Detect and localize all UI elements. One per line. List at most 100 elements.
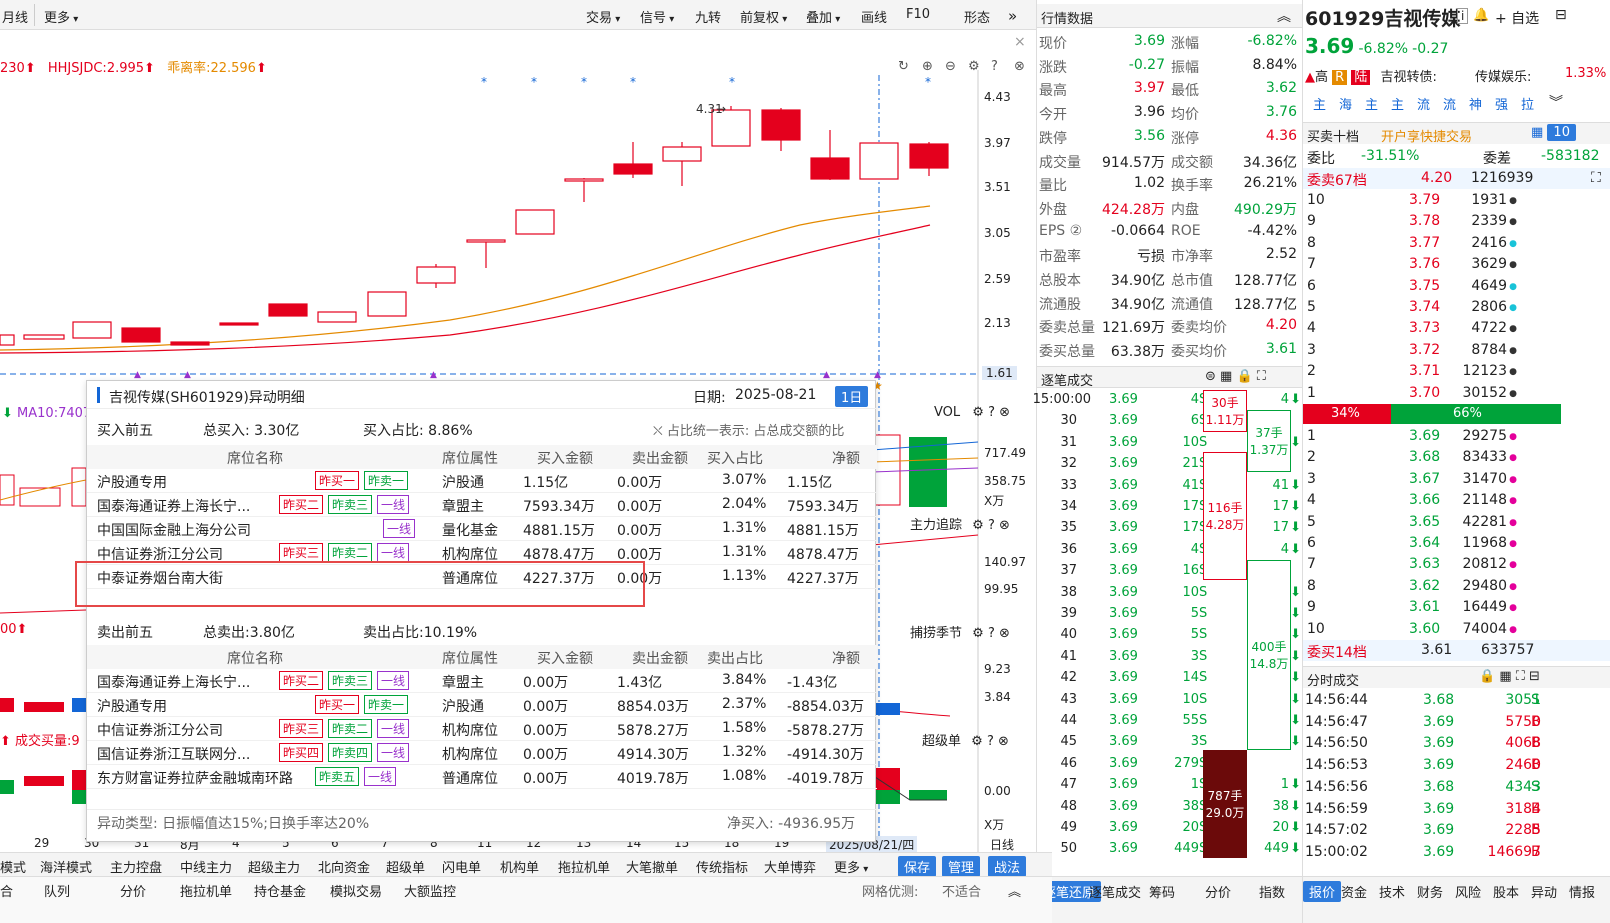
adjust-button[interactable]: 前复权 [740,7,787,26]
tab-main-control[interactable]: 主力控盘 [110,857,162,876]
tab-price-dist[interactable]: 分价 [1205,882,1231,901]
close-icon[interactable]: ⊗ [1014,59,1025,74]
nav-item[interactable]: 流 [1443,94,1456,113]
table-row[interactable]: 国泰海通证券上海长宁... 昨买二 昨卖三 一线 章盟主 0.00万 1.43亿 3.84% -… [87,669,877,693]
nav-item[interactable]: 海 [1339,94,1352,113]
tick-price: 3.69 [1109,584,1138,600]
draw-button[interactable]: 画线 [861,7,887,26]
bell-icon[interactable]: 🔔 [1473,8,1489,23]
trade-button[interactable]: 交易 [586,7,620,26]
tab-tractor[interactable]: 拖拉机单 [180,881,232,900]
tab-inst-order[interactable]: 机构单 [500,857,539,876]
table-row[interactable]: 中国国际金融上海分公司 一线 量化基金 4881.15万 0.00万 1.31% 4881.… [87,517,877,541]
tab-combo[interactable]: 合 [0,881,13,900]
table-row[interactable]: 东方财富证券拉萨金融城南环路 昨卖五 一线 普通席位 0.00万 4019.78万 1.08… [87,765,877,789]
refresh-icon[interactable]: ↻ [898,59,909,74]
tick-price: 3.69 [1109,691,1138,707]
table-row[interactable]: 中信证券浙江分公司 昨买三 昨卖二 一线 机构席位 0.00万 5878.27万 1.58% -… [87,717,877,741]
nav-item[interactable]: 神 [1469,94,1482,113]
help-icon[interactable]: ? [991,59,998,74]
unusual-activity-popup[interactable]: 吉视传媒(SH601929)异动明细 日期: 2025-08-21 1日 买入前… [75,380,877,842]
tab-quote[interactable]: 报价 [1303,881,1342,902]
tab-equity[interactable]: 股本 [1493,882,1519,901]
tab-queue[interactable]: 队列 [44,881,70,900]
collapse-up-icon[interactable]: ︽ [1277,6,1291,26]
tab-fund-holdings[interactable]: 持仓基金 [254,881,306,900]
tab-tractor-order[interactable]: 拖拉机单 [558,857,610,876]
orderbook-icons[interactable]: ▦ 10 [1531,124,1576,141]
tab-big-game[interactable]: 大单博弈 [764,857,816,876]
tick-vol: 279 [1174,755,1199,771]
seat-name: 国泰海通证券上海长宁... [97,675,251,691]
table-row[interactable]: 沪股通专用 昨买一 昨卖一 沪股通 0.00万 8854.03万 2.37% -8854.03… [87,693,877,717]
bljj-panel-title: 捕捞季节 ⚙ ? ⊗ [910,626,1010,641]
table-row[interactable]: 沪股通专用 昨买一 昨卖一 沪股通 1.15亿 0.00万 3.07% 1.15亿 [87,469,877,493]
period-month-button[interactable]: 月线 [2,7,28,26]
tab-unusual[interactable]: 异动 [1531,882,1557,901]
bljj-axis-label: 3.84 [984,690,1011,704]
fs-icons[interactable]: 🔒 ▦ ⛶ ⊟ [1479,669,1540,684]
tab-sim-trade[interactable]: 模拟交易 [330,881,382,900]
tab-finance[interactable]: 财务 [1417,882,1443,901]
settings-icon[interactable]: ⚙ [968,59,980,74]
jiuzhuan-button[interactable]: 九转 [695,7,721,26]
tick-price: 3.69 [1109,798,1138,814]
ticks-toolbar-icons[interactable]: ⊜ ▦ 🔒 ⛶ [1205,369,1266,384]
collapse-icon[interactable]: » [1008,7,1017,25]
quote-value: 2.52 [1265,246,1297,263]
tab-big-monitor[interactable]: 大额监控 [404,881,456,900]
nav-item[interactable]: 流 [1417,94,1430,113]
tab-intel[interactable]: 情报 [1569,882,1595,901]
zoom-in-icon[interactable]: ⊕ [922,59,933,74]
strategy-button[interactable]: 战法 [988,856,1027,877]
tab-classic[interactable]: 传统指标 [696,857,748,876]
manage-button[interactable]: 管理 [942,856,981,877]
tab-super-order[interactable]: 超级单 [386,857,425,876]
tab-mid-main[interactable]: 中线主力 [180,857,232,876]
close-chart-icon[interactable]: × [1014,34,1026,50]
tab-more[interactable]: 更多 [834,857,868,876]
expand-icon[interactable]: ︾ [1549,92,1563,112]
overlay-button[interactable]: 叠加 [806,7,840,26]
table-row[interactable]: 国泰海通证券上海长宁... 昨买二 昨卖三 一线 章盟主 7593.34万 0.00万 2.0… [87,493,877,517]
tab-index[interactable]: 指数 [1259,882,1285,901]
info-icon[interactable]: i [1457,8,1469,24]
add-favorite-button[interactable]: + 自选 [1495,8,1539,28]
tab-ocean-mode[interactable]: 海洋模式 [40,857,92,876]
nav-item[interactable]: 拉 [1521,94,1534,113]
popup-title: 吉视传媒(SH601929)异动明细 [109,390,305,406]
tab-technical[interactable]: 技术 [1379,882,1405,901]
tab-capital[interactable]: 资金 [1341,882,1367,901]
period-1d-button[interactable]: 1日 [835,386,869,407]
tab-super-main[interactable]: 超级主力 [248,857,300,876]
tab-flash-order[interactable]: 闪电单 [442,857,481,876]
tab-risk[interactable]: 风险 [1455,882,1481,901]
table-row[interactable]: 国信证券浙江互联网分... 昨买四 昨卖四 一线 机构席位 0.00万 4914.30万 1.… [87,741,877,765]
tab-chips[interactable]: 筹码 [1149,882,1175,901]
tab-northbound[interactable]: 北向资金 [318,857,370,876]
save-button[interactable]: 保存 [898,856,937,877]
expand-up-icon[interactable]: ︽ [1008,881,1021,900]
tab-ticks[interactable]: 逐笔成交 [1089,882,1141,901]
tick-side: S [1199,606,1208,621]
signal-button[interactable]: 信号 [640,7,674,26]
more-button[interactable]: 更多 [44,7,78,26]
nav-item[interactable]: 主 [1313,94,1326,113]
zoom-out-icon[interactable]: ⊖ [945,59,956,74]
nav-item[interactable]: 主 [1365,94,1378,113]
date-value: 2025-08-21 [735,387,817,403]
open-account-link[interactable]: 开户享快捷交易 [1381,126,1472,145]
bid-price: 3.62 [1409,577,1441,594]
f10-button[interactable]: F10 [906,7,930,22]
nav-item[interactable]: 强 [1495,94,1508,113]
stock-bottom-tabs: 报价 资金 技术 财务 风险 股本 异动 情报 [1303,876,1610,923]
window-controls-icon[interactable]: ⊟ [1555,7,1567,23]
tab-price-dist[interactable]: 分价 [120,881,146,900]
tick-side: S [1199,648,1208,664]
tab-big-cancel[interactable]: 大笔撤单 [626,857,678,876]
cjd-axis-label: 0.00 [984,784,1011,798]
tab-mode[interactable]: 模式 [0,857,26,876]
pattern-button[interactable]: 形态 [964,7,990,26]
nav-item[interactable]: 主 [1391,94,1404,113]
quote-title: 行情数据 [1041,12,1094,27]
